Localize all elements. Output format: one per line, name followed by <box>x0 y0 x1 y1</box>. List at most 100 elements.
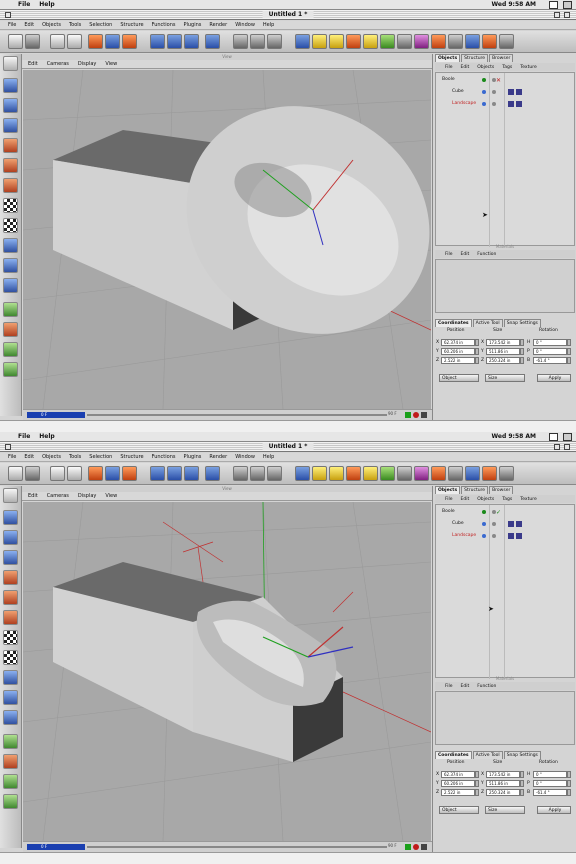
obj-menu-file[interactable]: File <box>445 497 453 502</box>
view-menu-view[interactable]: View <box>105 61 117 67</box>
solo-icon[interactable] <box>3 734 18 749</box>
mat-menu-edit[interactable]: Edit <box>461 684 470 689</box>
misc-tool-icon[interactable] <box>499 34 514 49</box>
list-item[interactable]: Cube <box>436 520 576 529</box>
select-arrow-icon[interactable] <box>50 34 65 49</box>
select-arrow-icon[interactable] <box>50 466 65 481</box>
rotate-icon[interactable] <box>122 34 137 49</box>
menu-help[interactable]: Help <box>263 22 274 28</box>
keyframe-p-icon[interactable] <box>421 844 427 850</box>
menu-objects[interactable]: Objects <box>42 22 61 28</box>
tweak-icon[interactable] <box>3 278 18 293</box>
stepper[interactable] <box>475 789 479 796</box>
tab-browser[interactable]: Browser <box>489 486 514 494</box>
menu-file[interactable]: File <box>8 454 16 460</box>
view-menu-view[interactable]: View <box>105 493 117 499</box>
size-y-field[interactable]: 511.86 in <box>486 780 520 787</box>
zoom-box-icon[interactable] <box>554 444 560 450</box>
z-axis-icon[interactable] <box>184 466 199 481</box>
mat-menu-edit[interactable]: Edit <box>461 252 470 257</box>
tab-structure[interactable]: Structure <box>461 54 489 62</box>
menu-functions[interactable]: Functions <box>152 22 176 28</box>
texture-tag-icon[interactable] <box>516 89 522 95</box>
view-menu-edit[interactable]: Edit <box>28 493 38 499</box>
scene-object-icon[interactable] <box>363 34 378 49</box>
menu-tools[interactable]: Tools <box>69 454 81 460</box>
animation-icon[interactable] <box>3 238 18 253</box>
tab-snap-settings[interactable]: Snap Settings <box>503 751 541 759</box>
rotation-h-field[interactable]: 0 ° <box>533 771 567 778</box>
workplane-icon[interactable] <box>3 322 18 337</box>
tab-browser[interactable]: Browser <box>489 54 514 62</box>
spline-icon[interactable] <box>329 466 344 481</box>
position-x-field[interactable]: 62.374 in <box>441 771 475 778</box>
redo-icon[interactable] <box>25 466 40 481</box>
enabled-check-icon[interactable]: ✓ <box>496 509 501 516</box>
deformer-icon[interactable] <box>346 34 361 49</box>
obj-menu-edit[interactable]: Edit <box>461 65 470 70</box>
timeline-slider[interactable] <box>87 846 387 848</box>
obj-menu-edit[interactable]: Edit <box>461 497 470 502</box>
x-axis-icon[interactable] <box>150 466 165 481</box>
disabled-x-icon[interactable]: ✕ <box>496 77 501 84</box>
mat-menu-file[interactable]: File <box>445 684 453 689</box>
close-box-icon[interactable] <box>5 12 11 18</box>
stepper[interactable] <box>567 789 571 796</box>
stepper[interactable] <box>520 789 524 796</box>
stepper[interactable] <box>475 348 479 355</box>
menu-selection[interactable]: Selection <box>89 22 112 28</box>
view-menu-cameras[interactable]: Cameras <box>47 493 69 499</box>
stepper[interactable] <box>567 357 571 364</box>
material-icon[interactable] <box>414 34 429 49</box>
position-z-field[interactable]: 2.522 in <box>441 357 475 364</box>
undo-icon[interactable] <box>8 466 23 481</box>
menu-edit[interactable]: Edit <box>24 22 34 28</box>
tab-objects[interactable]: Objects <box>435 54 461 62</box>
object-mode-icon[interactable] <box>3 78 18 93</box>
stepper[interactable] <box>520 780 524 787</box>
stepper[interactable] <box>567 339 571 346</box>
camera-icon[interactable] <box>397 34 412 49</box>
3d-viewport[interactable] <box>23 502 431 841</box>
menu-structure[interactable]: Structure <box>120 22 143 28</box>
window-titlebar[interactable]: Untitled 1 * <box>0 442 576 452</box>
obj-menu-tags[interactable]: Tags <box>502 497 512 502</box>
phong-tag-icon[interactable] <box>508 101 514 107</box>
obj-menu-objects[interactable]: Objects <box>477 497 494 502</box>
object-axis-icon[interactable] <box>3 98 18 113</box>
object-name-boole[interactable]: Boole <box>442 509 455 514</box>
object-name-cube[interactable]: Cube <box>452 89 464 94</box>
stepper[interactable] <box>520 339 524 346</box>
light-icon[interactable] <box>380 34 395 49</box>
size-y-field[interactable]: 511.86 in <box>486 348 520 355</box>
cow-icon[interactable] <box>3 342 18 357</box>
render-settings-icon[interactable] <box>267 34 282 49</box>
menu-help[interactable]: Help <box>39 433 54 440</box>
rotate-icon[interactable] <box>122 466 137 481</box>
scene-object-icon[interactable] <box>363 466 378 481</box>
tab-active-tool[interactable]: Active Tool <box>472 319 503 327</box>
position-y-field[interactable]: 60.206 in <box>441 780 475 787</box>
finder-icon[interactable] <box>563 433 572 441</box>
render-picture-icon[interactable] <box>250 466 265 481</box>
menu-structure[interactable]: Structure <box>120 454 143 460</box>
material-area[interactable] <box>435 259 575 313</box>
stepper[interactable] <box>475 771 479 778</box>
z-axis-icon[interactable] <box>184 34 199 49</box>
camera-icon[interactable] <box>397 466 412 481</box>
phong-tag-icon[interactable] <box>508 89 514 95</box>
checker2-icon[interactable] <box>3 218 18 233</box>
cube-primitive-icon[interactable] <box>295 34 310 49</box>
mat-menu-function[interactable]: Function <box>477 684 496 689</box>
object-axis-icon[interactable] <box>3 530 18 545</box>
environment-icon[interactable] <box>465 466 480 481</box>
view-menu-edit[interactable]: Edit <box>28 61 38 67</box>
obj-menu-texture[interactable]: Texture <box>520 497 536 502</box>
phong-tag-icon[interactable] <box>508 533 514 539</box>
menu-selection[interactable]: Selection <box>89 454 112 460</box>
mat-menu-function[interactable]: Function <box>477 252 496 257</box>
enable-axis-icon[interactable] <box>3 362 18 377</box>
close-box-icon[interactable] <box>5 444 11 450</box>
view-menu-cameras[interactable]: Cameras <box>47 61 69 67</box>
menu-plugins[interactable]: Plugins <box>183 454 201 460</box>
